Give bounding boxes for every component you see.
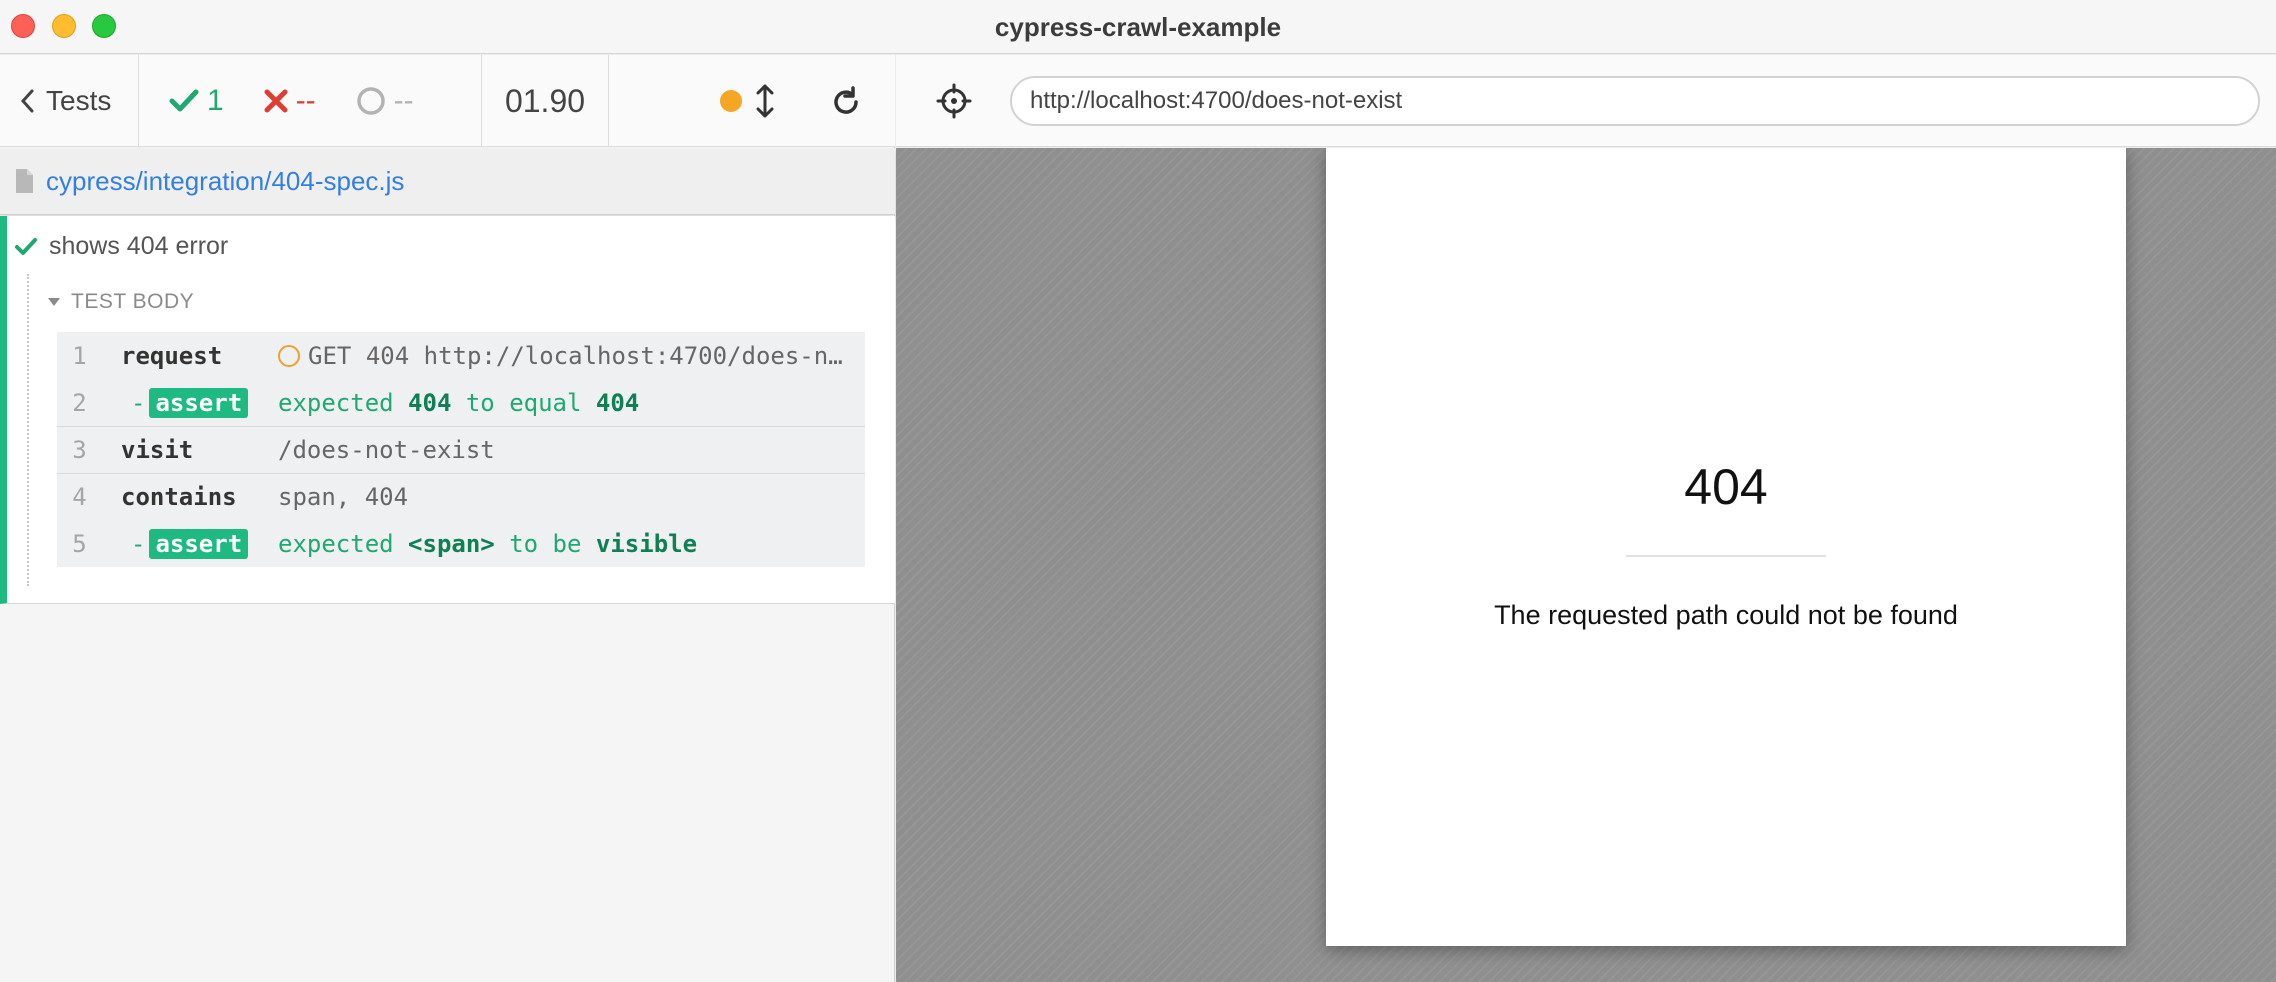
assert-badge: assert bbox=[149, 387, 249, 418]
command-row[interactable]: 1 request GET 404 http://localhost:4700/… bbox=[57, 332, 865, 379]
divider bbox=[1626, 555, 1826, 557]
tests-back-button[interactable]: Tests bbox=[0, 55, 139, 147]
command-message: span, 404 bbox=[278, 483, 409, 511]
auto-scroll-toggle-icon[interactable] bbox=[755, 83, 775, 119]
hook-title-row[interactable]: TEST BODY bbox=[47, 290, 194, 314]
run-duration: 01.90 bbox=[482, 55, 609, 147]
test-runnable: shows 404 error TEST BODY 1 request GET … bbox=[0, 216, 895, 604]
assert-comparator: to be bbox=[509, 529, 582, 558]
assert-value: 404 bbox=[595, 388, 640, 417]
check-icon bbox=[169, 89, 199, 112]
assert-value: 404 bbox=[408, 388, 452, 417]
assert-badge: assert bbox=[149, 528, 249, 559]
selector-playground-icon[interactable] bbox=[936, 83, 972, 119]
command-row[interactable]: 3 visit /does-not-exist bbox=[57, 426, 865, 473]
pending-stat[interactable]: -- bbox=[356, 84, 414, 118]
assert-value: visible bbox=[595, 529, 698, 558]
caret-down-icon bbox=[48, 298, 60, 306]
command-name: request bbox=[121, 341, 223, 370]
error-code: 404 bbox=[1684, 459, 1768, 515]
spec-file-bar: cypress/integration/404-spec.js bbox=[0, 148, 895, 215]
pending-count: -- bbox=[393, 84, 414, 117]
command-number: 4 bbox=[72, 483, 87, 511]
spec-path-link[interactable]: cypress/integration/404-spec.js bbox=[46, 166, 404, 197]
pending-request-icon bbox=[278, 344, 300, 367]
command-message: GET 404 http://localhost:4700/does-n… bbox=[278, 342, 858, 370]
request-method: GET bbox=[308, 341, 352, 370]
chevron-left-icon bbox=[20, 89, 34, 113]
test-stats: 1 -- -- bbox=[139, 55, 482, 147]
command-message: expected <span> to be visible bbox=[278, 530, 858, 558]
command-name: contains bbox=[121, 483, 237, 511]
failed-stat[interactable]: -- bbox=[264, 84, 316, 118]
test-title-row[interactable]: shows 404 error bbox=[15, 232, 228, 261]
request-status: 404 bbox=[365, 341, 410, 370]
tests-label: Tests bbox=[46, 85, 112, 116]
file-icon bbox=[16, 169, 33, 193]
check-icon bbox=[15, 237, 37, 255]
reporter-header: Tests 1 -- -- 01.90 bbox=[0, 55, 895, 147]
command-row[interactable]: 2 - assert expected 404 to equal 404 bbox=[57, 379, 865, 426]
url-bar[interactable]: http://localhost:4700/does-not-exist bbox=[1010, 76, 2260, 126]
assert-tag: - assert bbox=[131, 528, 249, 559]
rerun-icon[interactable] bbox=[829, 85, 863, 119]
command-number: 3 bbox=[72, 436, 87, 464]
reporter-panel: Tests 1 -- -- 01.90 cypress/integration/… bbox=[0, 55, 895, 982]
command-message: /does-not-exist bbox=[278, 436, 495, 464]
command-message: expected 404 to equal 404 bbox=[278, 389, 858, 417]
hook-title: TEST BODY bbox=[71, 290, 195, 313]
error-message: The requested path could not be found bbox=[1494, 600, 1958, 630]
window-title: cypress-crawl-example bbox=[994, 12, 1282, 42]
request-url: http://localhost:4700/does-n… bbox=[423, 341, 843, 370]
aut-header: http://localhost:4700/does-not-exist bbox=[896, 55, 2276, 147]
command-number: 5 bbox=[72, 529, 87, 558]
assert-expected: expected bbox=[278, 388, 394, 417]
pending-circle-icon bbox=[356, 87, 385, 115]
command-name: visit bbox=[121, 436, 194, 464]
command-row[interactable]: 4 contains span, 404 bbox=[57, 473, 865, 520]
window-titlebar: cypress-crawl-example bbox=[0, 0, 2276, 54]
hook-container: TEST BODY 1 request GET 404 http://local… bbox=[27, 274, 887, 586]
passed-stat[interactable]: 1 bbox=[169, 84, 224, 118]
aut-iframe[interactable]: 404 The requested path could not be foun… bbox=[1326, 148, 2126, 946]
test-title: shows 404 error bbox=[49, 232, 229, 260]
assert-subject: <span> bbox=[408, 529, 495, 558]
auto-scroll-indicator-icon bbox=[720, 90, 742, 112]
command-row[interactable]: 5 - assert expected <span> to be visible bbox=[57, 520, 865, 567]
assert-comparator: to equal bbox=[465, 388, 582, 417]
x-icon bbox=[264, 89, 288, 113]
aut-stage: 404 The requested path could not be foun… bbox=[896, 148, 2276, 982]
passed-count: 1 bbox=[207, 84, 224, 117]
failed-count: -- bbox=[295, 84, 316, 117]
command-number: 2 bbox=[72, 388, 87, 417]
command-number: 1 bbox=[72, 341, 87, 370]
assert-tag: - assert bbox=[131, 387, 249, 418]
command-list: 1 request GET 404 http://localhost:4700/… bbox=[57, 332, 865, 567]
reporter-controls bbox=[609, 55, 895, 147]
assert-expected: expected bbox=[278, 529, 394, 558]
